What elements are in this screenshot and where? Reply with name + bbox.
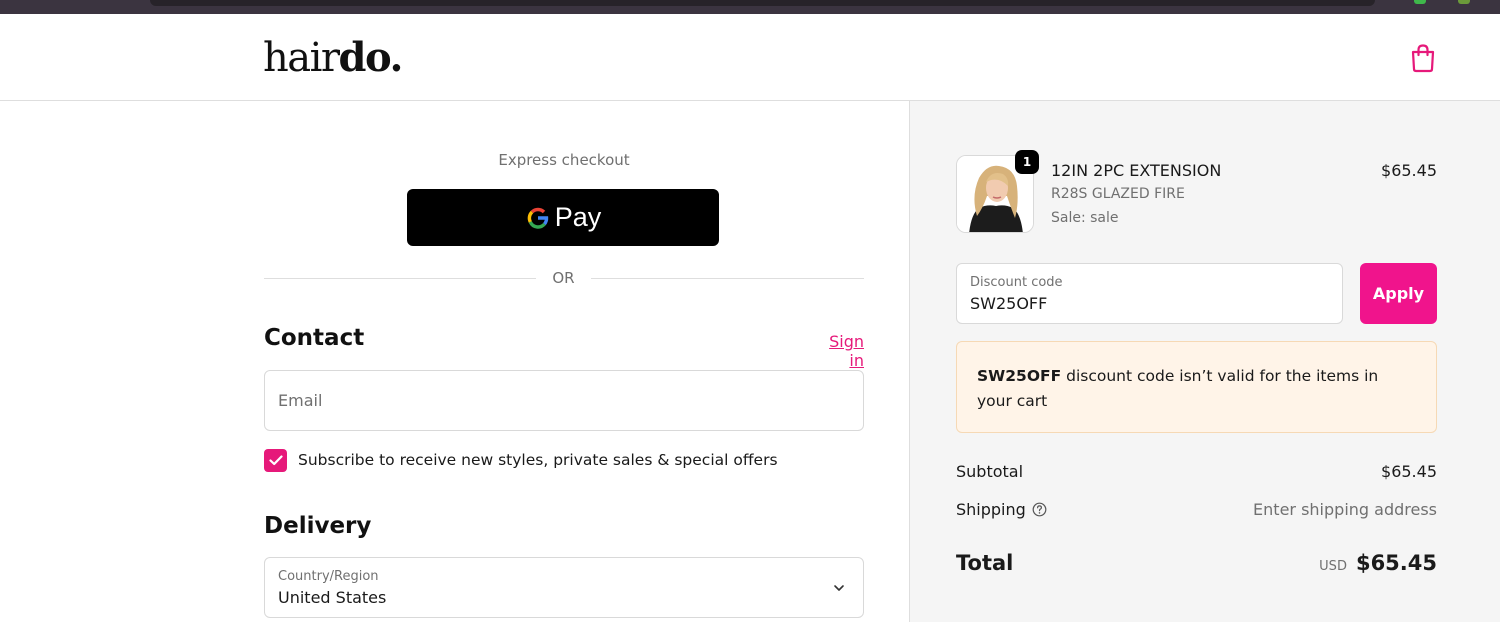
shopping-bag-icon[interactable]: [1409, 43, 1437, 73]
sign-in-link[interactable]: Sign in: [812, 332, 864, 370]
browser-extension-icon[interactable]: [1458, 0, 1470, 4]
discount-code-field[interactable]: Discount code SW25OFF: [956, 263, 1343, 324]
shipping-row: Shipping Enter shipping address: [956, 500, 1437, 519]
product-variant: R28S GLAZED FIRE: [1051, 186, 1185, 202]
subscribe-label: Subscribe to receive new styles, private…: [298, 451, 778, 469]
product-sale-tag: Sale: sale: [1051, 210, 1119, 226]
subscribe-option[interactable]: Subscribe to receive new styles, private…: [264, 448, 778, 472]
checkmark-icon: [268, 454, 283, 465]
logo-text-regular: hair: [263, 35, 340, 81]
subscribe-checkbox[interactable]: [264, 448, 287, 472]
chevron-down-icon: [834, 585, 844, 591]
total-amount-group: USD $65.45: [1319, 551, 1437, 575]
apply-discount-button[interactable]: Apply: [1360, 263, 1437, 324]
shipping-value: Enter shipping address: [1253, 500, 1437, 519]
error-code: SW25OFF: [977, 367, 1062, 385]
total-amount: $65.45: [1355, 551, 1437, 575]
country-region-value: United States: [278, 588, 387, 607]
express-checkout-label: Express checkout: [498, 151, 630, 169]
subtotal-value: $65.45: [1381, 462, 1437, 481]
discount-code-label: Discount code: [970, 275, 1063, 290]
google-pay-button[interactable]: Pay: [407, 189, 719, 246]
country-region-select[interactable]: Country/Region United States: [264, 557, 864, 618]
logo-text-bold: do.: [338, 34, 404, 81]
help-circle-icon[interactable]: [1032, 502, 1047, 517]
browser-top-strip: [0, 0, 1500, 14]
discount-error-message: SW25OFF discount code isn’t valid for th…: [956, 341, 1437, 433]
total-row: Total USD $65.45: [956, 551, 1437, 575]
product-price: $65.45: [1381, 161, 1437, 180]
discount-code-value: SW25OFF: [970, 294, 1048, 313]
divider-line: [264, 278, 536, 279]
shipping-label: Shipping: [956, 500, 1026, 519]
site-header: hairdo.: [0, 14, 1500, 101]
email-field[interactable]: [264, 370, 864, 431]
divider-line: [591, 278, 864, 279]
google-pay-label: Pay: [554, 202, 602, 232]
google-g-icon: [527, 207, 548, 229]
subtotal-label: Subtotal: [956, 462, 1024, 481]
currency-code: USD: [1319, 559, 1347, 574]
or-text: OR: [552, 269, 575, 287]
or-divider: OR: [264, 268, 864, 290]
browser-extension-icon[interactable]: [1414, 0, 1426, 4]
hairdo-logo[interactable]: hairdo.: [263, 34, 404, 82]
subtotal-row: Subtotal $65.45: [956, 462, 1437, 481]
total-label: Total: [956, 551, 1014, 575]
delivery-heading: Delivery: [264, 513, 372, 539]
product-name: 12IN 2PC EXTENSION: [1051, 161, 1222, 180]
quantity-badge: 1: [1015, 150, 1039, 174]
contact-heading: Contact: [264, 325, 365, 351]
browser-address-bar[interactable]: [150, 0, 1375, 6]
country-region-label: Country/Region: [278, 569, 379, 584]
